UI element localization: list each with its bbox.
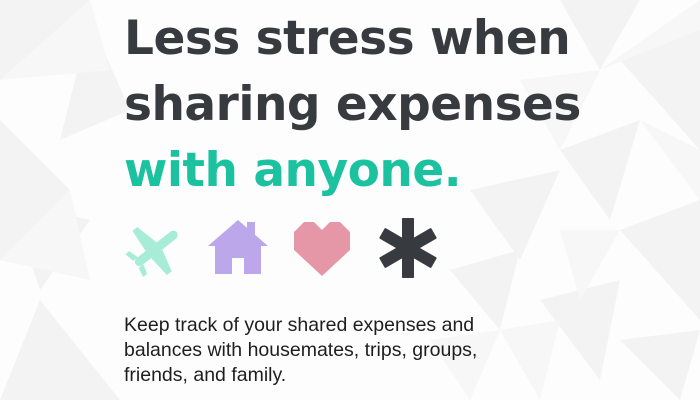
hero-headline: Less stress when sharing expenses with a…	[124, 6, 581, 204]
house-icon	[206, 216, 270, 280]
headline-line-1: Less stress when	[124, 11, 571, 66]
hero-section: Less stress when sharing expenses with a…	[0, 0, 700, 400]
hero-tagline: Keep track of your shared expenses and b…	[124, 314, 478, 386]
headline-line-2: sharing expenses	[124, 77, 581, 132]
category-icons	[124, 216, 444, 280]
asterisk-icon	[376, 216, 440, 280]
heart-icon	[290, 216, 354, 280]
headline-line-3: with anyone.	[124, 143, 462, 198]
airplane-icon	[124, 216, 188, 280]
